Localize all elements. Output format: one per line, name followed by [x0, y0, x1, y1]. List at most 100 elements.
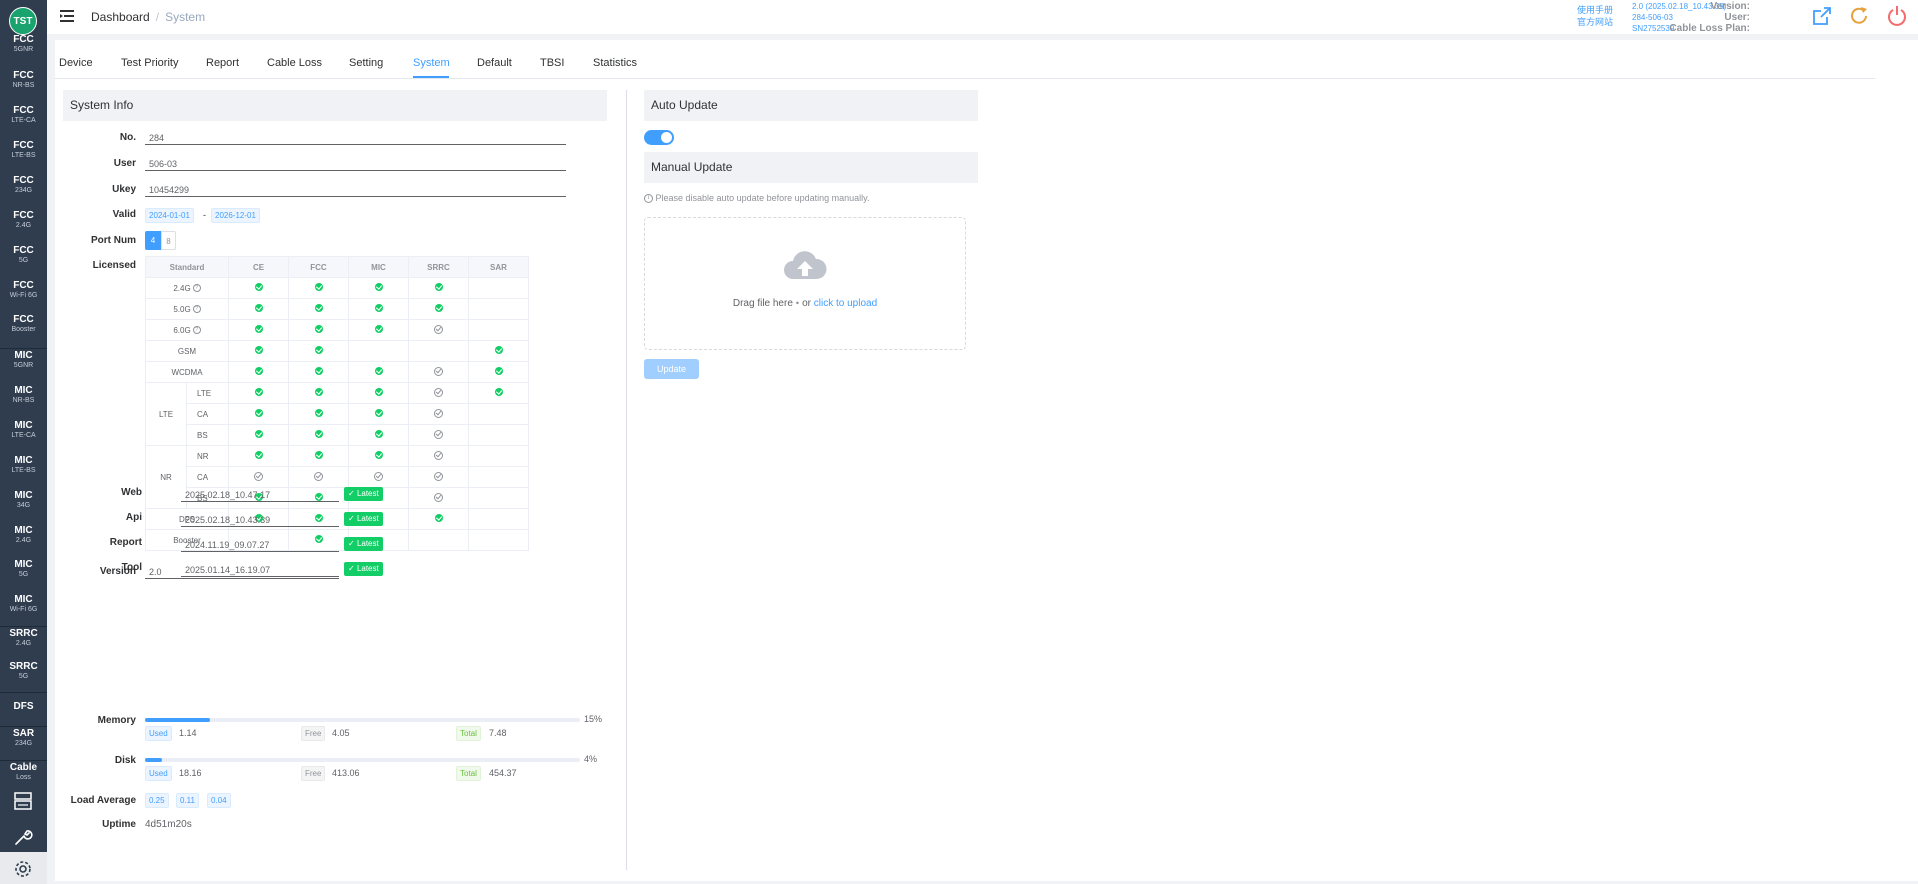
license-status-cell — [408, 319, 469, 341]
check-circle-icon — [254, 367, 263, 375]
ukey-field[interactable]: 10454299 — [145, 181, 566, 197]
license-status-cell — [348, 319, 409, 341]
upload-dropzone[interactable]: Drag file here ● or click to upload — [644, 217, 966, 350]
sidebar-item-mic-wi-fi-6g[interactable]: MIC Wi-Fi 6G — [0, 595, 47, 614]
tab-test-priority[interactable]: Test Priority — [121, 57, 178, 69]
license-status-cell — [468, 403, 529, 425]
sidebar-item-fcc-wi-fi-6g[interactable]: FCC Wi-Fi 6G — [0, 280, 47, 300]
sidebar-item-subtitle: 234G — [14, 740, 33, 747]
latest-badge: ✓ Latest — [344, 487, 383, 501]
license-status-cell — [348, 277, 409, 299]
sidebar-item-sar-234g[interactable]: SAR 234G — [0, 729, 47, 748]
sidebar-item-fcc-2-4g[interactable]: FCC 2.4G — [0, 211, 47, 230]
latest-badge: ✓ Latest — [344, 562, 383, 576]
sidebar-item-mic-34g[interactable]: MIC 34G — [0, 491, 47, 510]
sidebar-item-fcc-booster[interactable]: FCC Booster — [0, 314, 47, 334]
sidebar-item-fcc-5gnr[interactable]: FCC 5GNR — [0, 35, 47, 54]
sidebar-item-subtitle: LTE-CA — [11, 117, 36, 124]
tab-setting[interactable]: Setting — [349, 57, 383, 69]
active-tab-indicator — [413, 76, 449, 78]
update-button[interactable]: Update — [644, 359, 699, 379]
user-field[interactable]: 506-03 — [145, 155, 566, 171]
sidebar-item-srrc-2-4g[interactable]: SRRC 2.4G — [0, 629, 47, 648]
license-status-cell — [228, 424, 289, 446]
manual-link[interactable]: 使用手册 — [1577, 4, 1613, 16]
sidebar-item-mic-5gnr[interactable]: MIC 5GNR — [0, 351, 47, 370]
refresh-icon[interactable] — [1847, 4, 1871, 28]
component-version-field[interactable]: 2025.01.14_16.19.07 — [181, 561, 339, 577]
license-status-cell — [468, 340, 529, 362]
website-link[interactable]: 官方网站 — [1577, 16, 1613, 28]
sidebar-separator — [0, 626, 47, 627]
settings-icon[interactable] — [12, 858, 34, 880]
sidebar-item-mic-lte-ca[interactable]: MIC LTE-CA — [0, 421, 47, 440]
license-status-cell — [408, 361, 469, 383]
tab-cable-loss[interactable]: Cable Loss — [267, 57, 322, 69]
check-outline-icon — [434, 492, 443, 502]
load-1min-tag: 0.25 — [145, 793, 169, 808]
sidebar-item-mic-5g[interactable]: MIC 5G — [0, 560, 47, 579]
sidebar-item-subtitle: 234G — [14, 187, 33, 194]
sidebar-item-mic-2-4g[interactable]: MIC 2.4G — [0, 525, 47, 545]
valid-from-tag: 2024-01-01 — [145, 208, 194, 223]
component-version-field[interactable]: 2025.02.18_10.43.39 — [181, 511, 339, 527]
check-circle-icon — [494, 388, 503, 396]
no-label: No. — [119, 132, 136, 143]
sidebar-item-fcc-lte-ca[interactable]: FCC LTE-CA — [0, 106, 47, 125]
drop-or: or — [802, 298, 811, 309]
help-icon[interactable]: ? — [192, 326, 201, 335]
sidebar-item-subtitle: 2.4G — [15, 640, 32, 647]
sidebar-item-title: MIC — [14, 525, 33, 536]
sidebar-item-subtitle: 34G — [16, 502, 31, 509]
license-status-cell — [228, 298, 289, 320]
license-status-cell — [408, 508, 469, 530]
port-num-selector: 4 8 — [145, 231, 176, 250]
device-icon[interactable] — [12, 790, 34, 812]
memory-label: Memory — [97, 715, 136, 726]
export-icon[interactable] — [1810, 4, 1834, 28]
tab-default[interactable]: Default — [477, 57, 512, 69]
check-circle-icon — [254, 430, 263, 438]
tab-tbsi[interactable]: TBSI — [540, 57, 564, 69]
sidebar-item-title: FCC — [13, 280, 34, 291]
power-icon[interactable] — [1885, 4, 1909, 28]
sidebar-item-title: FCC — [13, 314, 34, 325]
sidebar-item-fcc-5g[interactable]: FCC 5G — [0, 246, 47, 265]
sidebar-item-subtitle: Booster — [11, 326, 36, 333]
tab-device[interactable]: Device — [59, 57, 93, 69]
check-outline-icon — [434, 471, 443, 481]
menu-toggle-icon[interactable] — [60, 10, 74, 22]
license-row: 5.0G? — [145, 298, 529, 320]
auto-update-toggle[interactable] — [644, 130, 674, 145]
component-version-field[interactable]: 2024.11.19_09.07.27 — [181, 536, 339, 552]
license-status-cell — [288, 361, 349, 383]
sidebar-item-fcc-nr-bs[interactable]: FCC NR-BS — [0, 71, 47, 90]
sidebar-item-srrc-5g[interactable]: SRRC 5G — [0, 662, 47, 681]
help-icon[interactable]: ? — [192, 305, 201, 314]
sidebar-item-mic-lte-bs[interactable]: MIC LTE-BS — [0, 456, 47, 475]
port-option-8[interactable]: 8 — [161, 231, 176, 250]
wrench-icon[interactable] — [12, 826, 34, 848]
top-header: Dashboard / System 使用手册 官方网站 Version: 2.0 (… — [47, 0, 1918, 34]
sidebar-item-mic-nr-bs[interactable]: MIC NR-BS — [0, 386, 47, 405]
sidebar-item-cable-loss[interactable]: Cable Loss — [0, 763, 47, 782]
component-version-field[interactable]: 2025.02.18_10.47.17 — [181, 486, 339, 502]
port-option-4[interactable]: 4 — [145, 231, 161, 250]
license-standard-cell: 5.0G? — [145, 298, 229, 320]
check-outline-icon — [374, 471, 383, 481]
disk-used-tag: Used — [145, 766, 172, 781]
sidebar-item-fcc-234g[interactable]: FCC 234G — [0, 176, 47, 195]
check-circle-icon — [374, 388, 383, 396]
no-field[interactable]: 284 — [145, 129, 566, 145]
check-circle-icon — [314, 451, 323, 459]
tab-report[interactable]: Report — [206, 57, 239, 69]
sidebar-item-dfs[interactable]: DFS — [0, 702, 47, 712]
latest-badge: ✓ Latest — [344, 512, 383, 526]
app-logo[interactable]: TST — [9, 7, 37, 35]
click-to-upload-link[interactable]: click to upload — [814, 298, 877, 309]
breadcrumb-dashboard[interactable]: Dashboard — [91, 10, 150, 24]
tab-system[interactable]: System — [413, 57, 450, 69]
sidebar-item-fcc-lte-bs[interactable]: FCC LTE-BS — [0, 141, 47, 160]
tab-statistics[interactable]: Statistics — [593, 57, 637, 69]
help-icon[interactable]: ? — [192, 284, 201, 293]
